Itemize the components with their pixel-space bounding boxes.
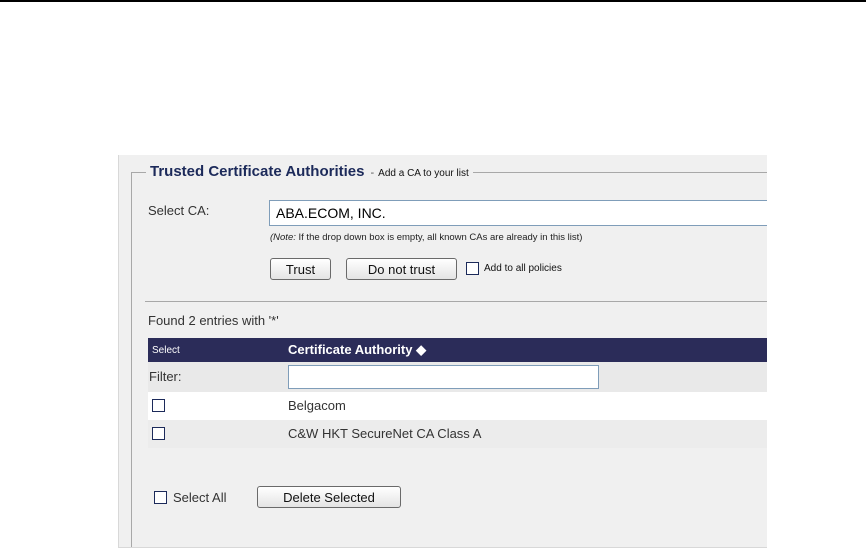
note-prefix: (Note: xyxy=(270,232,296,243)
select-ca-dropdown[interactable]: ABA.ECOM, INC. xyxy=(269,200,767,226)
select-ca-note: (Note: If the drop down box is empty, al… xyxy=(270,232,582,243)
section-title: Trusted Certificate Authorities xyxy=(150,163,365,180)
select-all-checkbox[interactable] xyxy=(154,491,167,504)
legend-separator: - xyxy=(370,167,375,179)
note-text: If the drop down box is empty, all known… xyxy=(295,232,583,243)
certificate-authority-column-header[interactable]: Certificate Authority ◆ xyxy=(288,342,426,358)
section-divider xyxy=(145,301,767,302)
trusted-ca-panel: Trusted Certificate Authorities - Add a … xyxy=(118,155,767,548)
ca-name: Belgacom xyxy=(288,398,346,413)
filter-row: Filter: xyxy=(148,362,767,392)
table-row: Belgacom xyxy=(148,392,767,420)
trust-button[interactable]: Trust xyxy=(270,258,331,280)
filter-label: Filter: xyxy=(149,369,182,384)
section-subtitle: Add a CA to your list xyxy=(378,168,469,179)
ca-table: Select Certificate Authority ◆ Filter: B… xyxy=(148,338,767,448)
table-row: C&W HKT SecureNet CA Class A xyxy=(148,420,767,448)
ca-name: C&W HKT SecureNet CA Class A xyxy=(288,426,482,441)
do-not-trust-button[interactable]: Do not trust xyxy=(346,258,457,280)
top-divider-line xyxy=(0,0,866,2)
found-entries-text: Found 2 entries with '*' xyxy=(148,313,279,328)
delete-selected-button[interactable]: Delete Selected xyxy=(257,486,401,508)
select-all-label: Select All xyxy=(173,490,227,505)
add-to-all-policies-label: Add to all policies xyxy=(484,263,562,274)
select-column-header: Select xyxy=(152,345,180,356)
row-checkbox[interactable] xyxy=(152,427,165,440)
section-legend: Trusted Certificate Authorities - Add a … xyxy=(146,163,473,180)
filter-input[interactable] xyxy=(288,365,599,389)
select-ca-label: Select CA: xyxy=(148,203,210,218)
row-checkbox[interactable] xyxy=(152,399,165,412)
select-ca-value: ABA.ECOM, INC. xyxy=(276,205,386,221)
table-header: Select Certificate Authority ◆ xyxy=(148,338,767,362)
add-to-all-policies-checkbox[interactable] xyxy=(466,262,479,275)
